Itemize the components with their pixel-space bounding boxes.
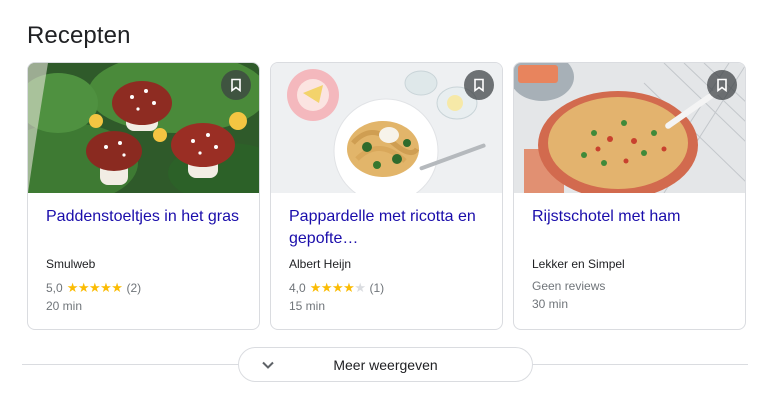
- cook-time: 15 min: [289, 299, 326, 313]
- rating-value: 4,0: [289, 281, 306, 295]
- recipe-source: Lekker en Simpel: [532, 257, 625, 271]
- bookmark-icon: [474, 78, 484, 92]
- chevron-down-icon: [262, 361, 274, 369]
- show-more-button[interactable]: Meer weergeven: [238, 347, 533, 382]
- star-rating: ★★★★★: [66, 280, 123, 295]
- recipe-title[interactable]: Pappardelle met ricotta en gepofte…: [289, 206, 488, 250]
- star-rating: ★★★★★: [309, 280, 366, 295]
- recipe-image-2[interactable]: [271, 63, 502, 193]
- section-title: Recepten: [27, 22, 131, 49]
- recipe-title[interactable]: Rijstschotel met ham: [532, 206, 731, 250]
- rating-value: 5,0: [46, 281, 63, 295]
- recipe-image-1[interactable]: [28, 63, 259, 193]
- recipe-image-3[interactable]: [514, 63, 745, 193]
- recipe-card-3[interactable]: Rijstschotel met ham Lekker en Simpel Ge…: [513, 62, 746, 330]
- recipe-source: Smulweb: [46, 257, 96, 271]
- rating-row: 5,0 ★★★★★ (2): [46, 280, 245, 296]
- cook-time: 30 min: [532, 297, 569, 311]
- no-reviews-label: Geen reviews: [532, 279, 606, 293]
- recipe-carousel: Paddenstoeltjes in het gras Smulweb 5,0 …: [27, 62, 746, 330]
- recipe-title[interactable]: Paddenstoeltjes in het gras: [46, 206, 245, 250]
- review-count: (2): [126, 281, 142, 295]
- recipe-card-1[interactable]: Paddenstoeltjes in het gras Smulweb 5,0 …: [27, 62, 260, 330]
- review-count: (1): [369, 281, 385, 295]
- bookmark-icon: [231, 78, 241, 92]
- bookmark-button-3[interactable]: [707, 70, 737, 100]
- rating-row: 4,0 ★★★★ ★ (1): [289, 280, 488, 296]
- recipe-card-2[interactable]: Pappardelle met ricotta en gepofte… Albe…: [270, 62, 503, 330]
- cook-time: 20 min: [46, 299, 83, 313]
- recipe-source: Albert Heijn: [289, 257, 352, 271]
- show-more-label: Meer weergeven: [333, 356, 438, 373]
- bookmark-button-2[interactable]: [464, 70, 494, 100]
- bookmark-button-1[interactable]: [221, 70, 251, 100]
- bookmark-icon: [717, 78, 727, 92]
